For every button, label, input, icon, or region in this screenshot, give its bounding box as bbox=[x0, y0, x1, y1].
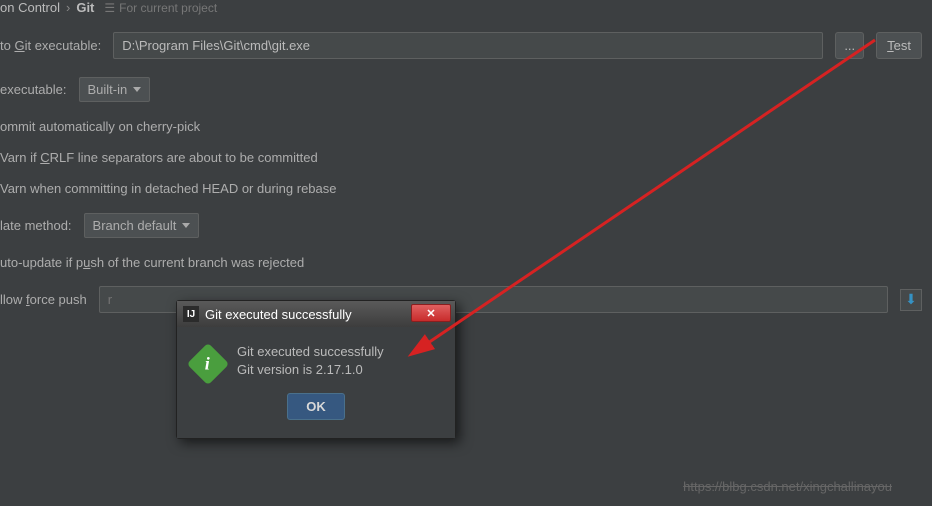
info-icon: i bbox=[187, 343, 229, 385]
scope-icon: ☰ bbox=[104, 1, 115, 15]
auto-update-option[interactable]: uto-update if push of the current branch… bbox=[0, 247, 922, 278]
ssh-label: executable: bbox=[0, 82, 67, 97]
git-result-dialog: IJ Git executed successfully ✕ i Git exe… bbox=[176, 300, 456, 439]
scope-label: ☰ For current project bbox=[104, 1, 217, 15]
git-path-input[interactable] bbox=[113, 32, 823, 59]
ssh-select[interactable]: Built-in bbox=[79, 77, 151, 102]
app-icon: IJ bbox=[183, 306, 199, 322]
force-push-label: llow force push bbox=[0, 292, 87, 307]
chevron-down-icon bbox=[133, 87, 141, 92]
close-button[interactable]: ✕ bbox=[411, 304, 451, 322]
dialog-title-text: Git executed successfully bbox=[205, 307, 352, 322]
update-method-select[interactable]: Branch default bbox=[84, 213, 200, 238]
watermark: https://blbg.csdn.net/xingchallinayou bbox=[683, 479, 892, 494]
detached-option[interactable]: Varn when committing in detached HEAD or… bbox=[0, 173, 922, 204]
chevron-down-icon bbox=[182, 223, 190, 228]
import-button[interactable]: ⬇ bbox=[900, 289, 922, 311]
cherry-pick-option[interactable]: ommit automatically on cherry-pick bbox=[0, 111, 922, 142]
test-button[interactable]: Test bbox=[876, 32, 922, 59]
browse-button[interactable]: ... bbox=[835, 32, 864, 59]
breadcrumb-current: Git bbox=[76, 0, 94, 15]
close-icon: ✕ bbox=[426, 307, 435, 320]
breadcrumb-sep: › bbox=[66, 0, 70, 15]
dialog-titlebar[interactable]: IJ Git executed successfully ✕ bbox=[177, 301, 455, 327]
breadcrumb-parent: on Control bbox=[0, 0, 60, 15]
git-path-label: to Git executable: bbox=[0, 38, 101, 53]
update-method-label: late method: bbox=[0, 218, 72, 233]
ok-button[interactable]: OK bbox=[287, 393, 345, 420]
import-icon: ⬇ bbox=[905, 291, 917, 308]
crlf-option[interactable]: Varn if CRLF line separators are about t… bbox=[0, 142, 922, 173]
dialog-message: Git executed successfully Git version is… bbox=[237, 343, 384, 379]
